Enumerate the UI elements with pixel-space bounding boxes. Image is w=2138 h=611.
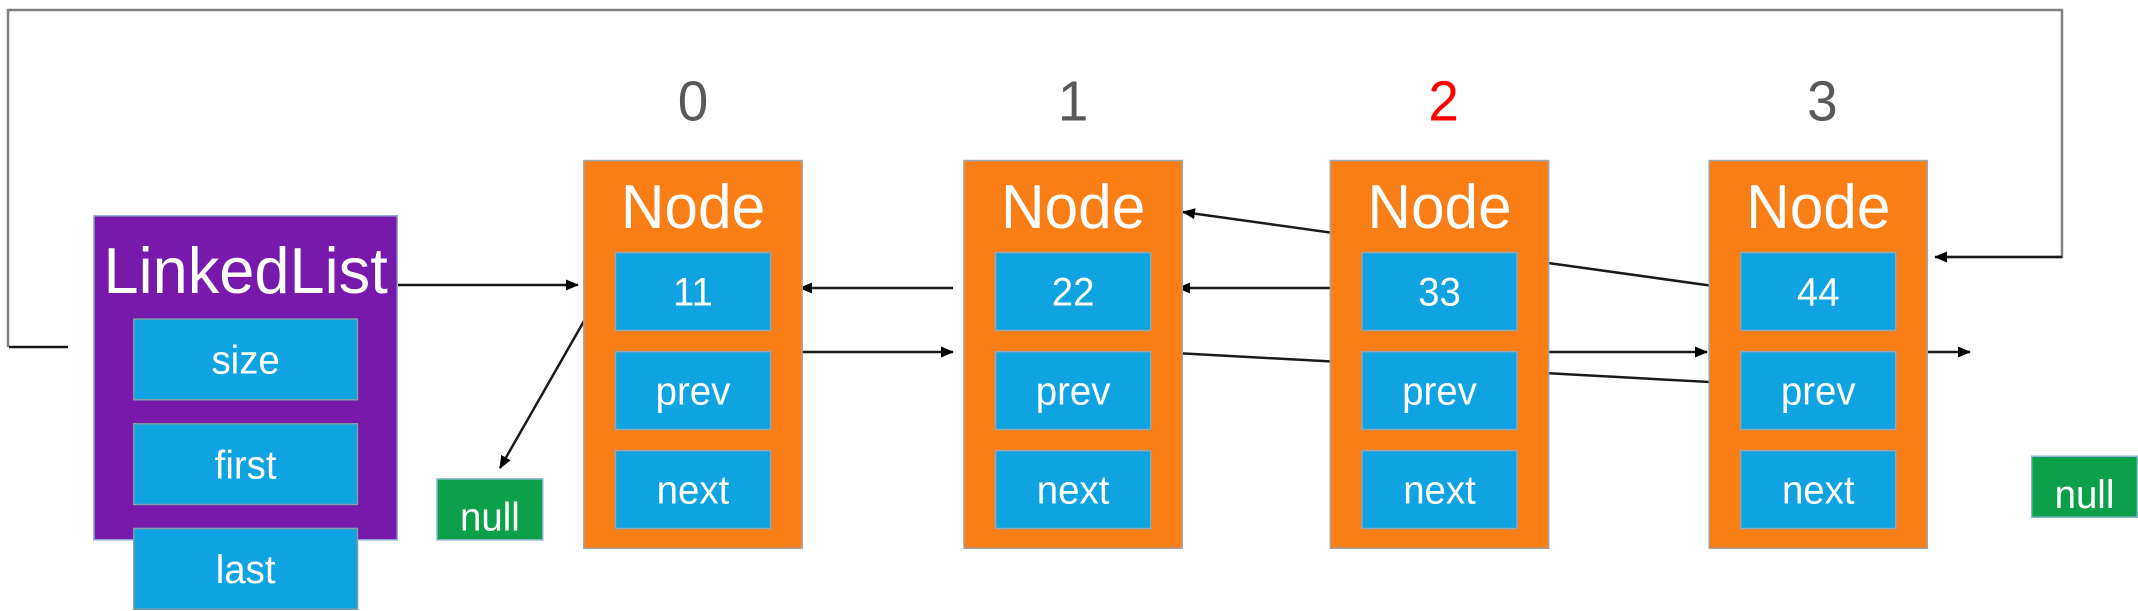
- node-title-0: Node: [620, 172, 766, 242]
- node-value-1[interactable]: 22: [994, 251, 1152, 332]
- linkedlist-field-first[interactable]: first: [133, 423, 359, 506]
- node-prev-3[interactable]: prev: [1740, 350, 1897, 431]
- linkedlist-title: LinkedList: [103, 233, 388, 308]
- node-next-1[interactable]: next: [994, 449, 1152, 530]
- node-box-2[interactable]: Node 33 prev next: [1329, 159, 1550, 550]
- index-label-3: 3: [1807, 70, 1838, 134]
- node-title-2: Node: [1367, 172, 1512, 242]
- node-value-2[interactable]: 33: [1361, 251, 1518, 332]
- node-prev-1[interactable]: prev: [994, 350, 1152, 431]
- node-next-0[interactable]: next: [614, 449, 772, 530]
- linkedlist-field-size[interactable]: size: [133, 318, 359, 401]
- node-value-3[interactable]: 44: [1740, 251, 1897, 332]
- index-label-0: 0: [677, 70, 709, 134]
- node-prev-0[interactable]: prev: [614, 350, 772, 431]
- node-box-3[interactable]: Node 44 prev next: [1708, 159, 1929, 550]
- node-title-1: Node: [1000, 172, 1146, 242]
- node-box-0[interactable]: Node 11 prev next: [583, 159, 803, 550]
- node-value-0[interactable]: 11: [614, 251, 772, 332]
- null-box-next: null: [2030, 455, 2138, 518]
- node-next-2[interactable]: next: [1361, 449, 1518, 530]
- node-prev-2[interactable]: prev: [1361, 350, 1518, 431]
- node-title-3: Node: [1746, 172, 1891, 242]
- diagram-canvas: LinkedList size first last 0 1 2 3 Node …: [0, 0, 2138, 610]
- null-box-prev: null: [436, 478, 544, 541]
- linkedlist-field-last[interactable]: last: [133, 527, 359, 610]
- index-label-1: 1: [1057, 70, 1089, 134]
- linkedlist-box[interactable]: LinkedList size first last: [93, 215, 398, 610]
- node-next-3[interactable]: next: [1740, 449, 1897, 530]
- node-box-1[interactable]: Node 22 prev next: [963, 159, 1183, 550]
- index-label-2: 2: [1428, 70, 1459, 134]
